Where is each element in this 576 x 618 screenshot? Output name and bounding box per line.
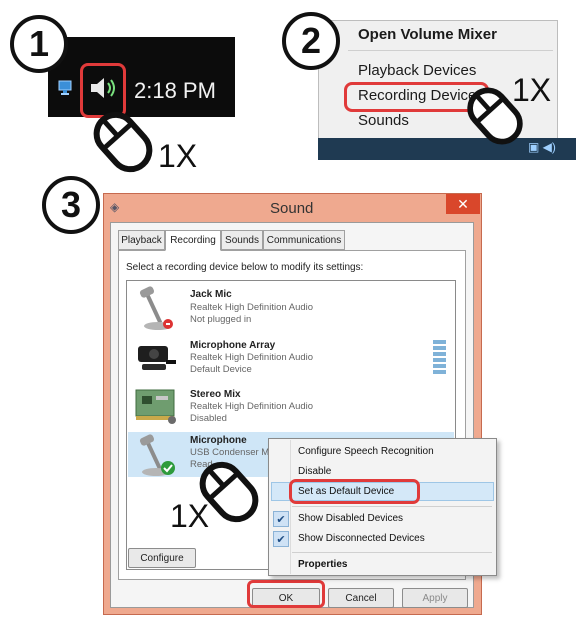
click-count-3: 1X — [170, 498, 210, 534]
checkmark-icon: ✔ — [273, 531, 289, 547]
level-meter-bar — [433, 346, 446, 350]
ok-button-highlight — [247, 580, 325, 608]
device-driver: Realtek High Definition Audio — [190, 401, 314, 412]
device-context-menu — [268, 438, 497, 576]
instruction-text: Select a recording device below to modif… — [126, 262, 364, 273]
menu-separator — [348, 50, 553, 51]
menu-item-open-volume-mixer[interactable]: Open Volume Mixer — [358, 26, 497, 43]
sound-window-icon: ◈ — [110, 200, 120, 214]
tab-sounds[interactable]: Sounds — [221, 230, 263, 250]
device-status: Disabled — [190, 413, 227, 424]
configure-button[interactable]: Configure — [128, 548, 196, 568]
menu-item-show-disabled-devices[interactable]: Show Disabled Devices — [298, 513, 403, 524]
level-meter-bar — [433, 370, 446, 374]
tray-icons: ▣ ◀) — [528, 140, 556, 154]
clock-time[interactable]: 2:18 PM — [134, 78, 216, 104]
click-count-1: 1X — [158, 138, 198, 174]
device-name: Microphone — [190, 435, 247, 446]
menu-item-playback-devices[interactable]: Playback Devices — [358, 62, 476, 79]
checkmark-icon: ✔ — [273, 511, 289, 527]
device-name: Jack Mic — [190, 289, 232, 300]
step-badge-1: 1 — [10, 15, 68, 73]
level-meter-bar — [433, 340, 446, 344]
tab-recording[interactable]: Recording — [165, 230, 221, 251]
cancel-button[interactable]: Cancel — [328, 588, 394, 608]
level-meter-bar — [433, 352, 446, 356]
menu-gutter — [290, 440, 291, 574]
menu-item-sounds[interactable]: Sounds — [358, 112, 409, 129]
webcam-microphone-icon — [138, 346, 176, 370]
step-badge-3: 3 — [42, 176, 100, 234]
apply-button[interactable]: Apply — [402, 588, 468, 608]
device-status: Not plugged in — [190, 314, 252, 325]
speaker-icon[interactable] — [88, 74, 120, 102]
device-driver: Realtek High Definition Audio — [190, 352, 314, 363]
network-icon[interactable] — [58, 80, 76, 96]
menu-item-properties[interactable]: Properties — [298, 559, 347, 570]
level-meter-bar — [433, 358, 446, 362]
window-title: Sound — [270, 200, 314, 217]
level-meter-bar — [433, 364, 446, 368]
click-count-2: 1X — [512, 72, 552, 108]
sound-card-icon — [135, 389, 176, 424]
menu-separator — [292, 552, 492, 553]
mouse-icon — [93, 111, 153, 173]
tab-communications[interactable]: Communications — [263, 230, 345, 250]
microphone-icon — [139, 286, 173, 330]
device-driver: Realtek High Definition Audio — [190, 302, 314, 313]
microphone-icon — [139, 434, 175, 476]
close-button[interactable]: ✕ — [446, 194, 480, 214]
taskbar-panel-1 — [48, 37, 235, 117]
tab-playback[interactable]: Playback — [118, 230, 165, 250]
set-default-highlight — [289, 479, 420, 504]
menu-separator — [292, 506, 492, 507]
menu-item-show-disconnected-devices[interactable]: Show Disconnected Devices — [298, 533, 425, 544]
menu-item-configure-speech-recognition[interactable]: Configure Speech Recognition — [298, 446, 434, 457]
menu-item-disable[interactable]: Disable — [298, 466, 331, 477]
device-status: Default Device — [190, 364, 252, 375]
device-name: Stereo Mix — [190, 389, 241, 400]
step-badge-2: 2 — [282, 12, 340, 70]
device-name: Microphone Array — [190, 340, 276, 351]
